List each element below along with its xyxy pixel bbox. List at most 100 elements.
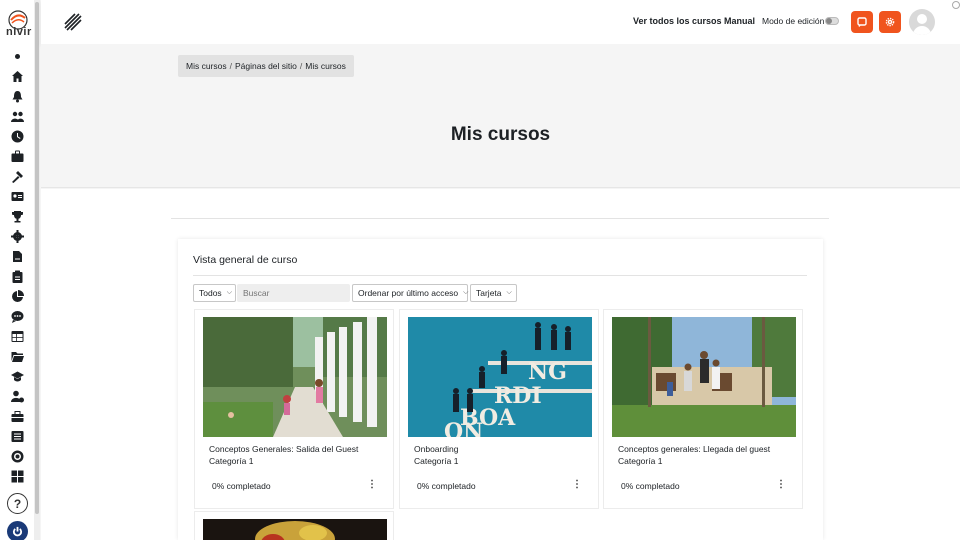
breadcrumb: Mis cursos / Páginas del sitio / Mis curso… <box>178 55 354 77</box>
filter-label: Todos <box>199 288 222 298</box>
view-label: Tarjeta <box>476 288 502 298</box>
sidebar-item-calendar-table[interactable] <box>8 326 26 346</box>
course-category: Categoría 1 <box>618 456 663 466</box>
sidebar-item-clock[interactable] <box>8 126 26 146</box>
breadcrumb-item[interactable]: Mis cursos <box>186 61 227 71</box>
sidebar-item-user-info[interactable] <box>8 386 26 406</box>
chat-bubble-icon <box>857 17 867 27</box>
gear-icon <box>10 229 24 243</box>
graduation-cap-icon <box>10 371 24 381</box>
sidebar-item-chat[interactable] <box>8 306 26 326</box>
sidebar-item-gear[interactable] <box>8 226 26 246</box>
user-avatar[interactable] <box>909 9 935 35</box>
circle-target-icon <box>11 450 23 462</box>
course-category: Categoría 1 <box>209 456 254 466</box>
course-title[interactable]: Onboarding <box>414 444 458 454</box>
settings-button[interactable] <box>879 11 901 33</box>
logo-text: nivir <box>6 26 32 38</box>
dot-icon <box>14 53 20 59</box>
course-card[interactable]: Conceptos Generales: Salida del Guest Ca… <box>194 309 394 509</box>
course-progress: 0% completado <box>621 481 680 491</box>
sidebar-scrollbar-thumb[interactable] <box>35 2 39 514</box>
sort-label: Ordenar por último acceso <box>358 288 459 298</box>
users-icon <box>10 111 24 122</box>
sort-dropdown[interactable]: Ordenar por último acceso ⌵ <box>352 284 468 302</box>
course-menu-icon[interactable]: ⋮ <box>776 479 786 490</box>
clipboard-icon <box>12 270 22 283</box>
manual-link[interactable]: Manual <box>724 16 755 26</box>
sidebar-item-circle-target[interactable] <box>8 446 26 466</box>
sidebar-item-grid[interactable] <box>8 466 26 486</box>
sidebar-item-pie-chart[interactable] <box>8 286 26 306</box>
course-card[interactable]: Conceptos generales: Llegada del guest C… <box>603 309 803 509</box>
course-image[interactable] <box>203 317 387 437</box>
gear-icon <box>885 17 895 27</box>
chevron-down-icon: ⌵ <box>226 289 232 296</box>
bell-icon <box>12 90 22 102</box>
breadcrumb-item[interactable]: Mis cursos <box>305 61 346 71</box>
view-dropdown[interactable]: Tarjeta ⌵ <box>470 284 517 302</box>
sidebar-item-bell[interactable] <box>8 86 26 106</box>
notification-dot <box>952 1 960 9</box>
course-progress: 0% completado <box>417 481 476 491</box>
course-category: Categoría 1 <box>414 456 459 466</box>
page-title: Mis cursos <box>450 124 551 145</box>
course-card[interactable] <box>194 511 394 540</box>
sidebar-item-toolbox[interactable] <box>8 406 26 426</box>
chevron-down-icon: ⌵ <box>463 289 469 296</box>
panel-title: Vista general de curso <box>193 254 298 266</box>
sidebar-item-list[interactable] <box>8 426 26 446</box>
sidebar-item-briefcase[interactable] <box>8 146 26 166</box>
divider <box>171 218 829 219</box>
sidebar-item-tools[interactable] <box>8 166 26 186</box>
top-navbar: Ver todos los cursos Manual Modo de edic… <box>41 0 960 44</box>
filter-dropdown[interactable]: Todos ⌵ <box>193 284 236 302</box>
sidebar-item-graduation-cap[interactable] <box>8 366 26 386</box>
course-card[interactable]: NG RDI BOA ON Onboarding Categoría 1 0% … <box>399 309 599 509</box>
sidebar-item-home[interactable] <box>8 66 26 86</box>
file-signature-icon <box>12 250 22 262</box>
breadcrumb-item[interactable]: Páginas del sitio <box>235 61 297 71</box>
user-info-icon <box>10 390 24 402</box>
help-button[interactable]: ? <box>7 493 28 514</box>
sidebar-item-folder-open[interactable] <box>8 346 26 366</box>
messages-button[interactable] <box>851 11 873 33</box>
course-image[interactable] <box>612 317 796 437</box>
help-icon: ? <box>13 496 22 511</box>
course-image[interactable] <box>203 519 387 540</box>
toolbox-icon <box>11 410 23 422</box>
folder-open-icon <box>11 351 24 362</box>
brand-lines-icon[interactable] <box>63 12 83 32</box>
divider <box>193 275 807 276</box>
search-input[interactable] <box>237 284 350 302</box>
sidebar-item-users[interactable] <box>8 106 26 126</box>
chat-icon <box>11 310 23 323</box>
page-header: Mis cursos / Páginas del sitio / Mis curso… <box>41 44 960 188</box>
course-title[interactable]: Conceptos Generales: Salida del Guest <box>209 444 358 454</box>
course-image[interactable]: NG RDI BOA ON <box>408 317 592 437</box>
sidebar-item-dot[interactable] <box>8 46 26 66</box>
tools-icon <box>11 170 23 183</box>
course-menu-icon[interactable]: ⋮ <box>572 479 582 490</box>
trophy-icon <box>11 210 23 222</box>
grid-icon <box>11 470 23 482</box>
sidebar-item-trophy[interactable] <box>8 206 26 226</box>
edit-mode-toggle[interactable] <box>825 17 839 25</box>
course-title[interactable]: Conceptos generales: Llegada del guest <box>618 444 770 454</box>
clock-icon <box>11 130 23 142</box>
home-icon <box>11 70 23 82</box>
sidebar-item-file-signature[interactable] <box>8 246 26 266</box>
course-menu-icon[interactable]: ⋮ <box>367 479 377 490</box>
all-courses-link[interactable]: Ver todos los cursos <box>633 16 722 26</box>
image-text-ng: NG <box>528 359 567 385</box>
power-icon <box>12 526 23 537</box>
calendar-table-icon <box>11 330 23 342</box>
id-card-icon <box>11 191 23 201</box>
edit-mode-label: Modo de edición <box>762 16 825 26</box>
briefcase-icon <box>11 150 23 162</box>
sidebar-item-clipboard[interactable] <box>8 266 26 286</box>
image-text-on: ON <box>444 419 483 437</box>
logout-button[interactable] <box>7 521 28 540</box>
sidebar-item-id-card[interactable] <box>8 186 26 206</box>
list-icon <box>11 430 23 442</box>
